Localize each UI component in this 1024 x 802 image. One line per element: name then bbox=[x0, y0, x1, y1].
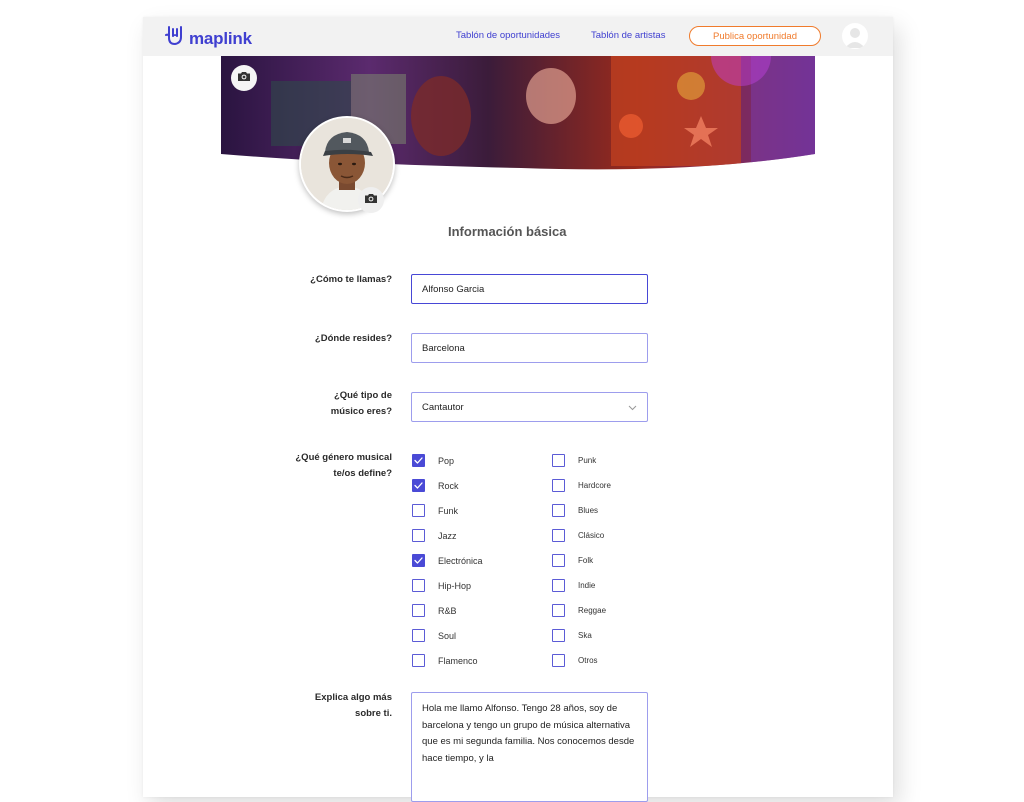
rock-hand-icon bbox=[165, 25, 185, 52]
genre-option-r-b[interactable]: R&B bbox=[412, 604, 457, 617]
genre-option-indie[interactable]: Indie bbox=[552, 579, 595, 592]
genre-checkbox[interactable] bbox=[412, 479, 425, 492]
genre-checkbox[interactable] bbox=[412, 629, 425, 642]
genre-checkbox[interactable] bbox=[552, 654, 565, 667]
about-label: Explica algo más sobre ti. bbox=[192, 690, 392, 722]
about-textarea[interactable]: Hola me llamo Alfonso. Tengo 28 años, so… bbox=[411, 692, 648, 802]
genre-checkbox[interactable] bbox=[552, 454, 565, 467]
genre-checkbox[interactable] bbox=[412, 604, 425, 617]
genre-label: Soul bbox=[438, 630, 457, 641]
cover-camera-button[interactable] bbox=[231, 65, 257, 91]
genre-label: Jazz bbox=[438, 530, 457, 541]
genre-option-ska[interactable]: Ska bbox=[552, 629, 592, 642]
genre-option-clasico[interactable]: Clásico bbox=[552, 529, 604, 542]
musician-type-select[interactable]: Cantautor bbox=[411, 392, 648, 422]
genre-label: Rock bbox=[438, 480, 459, 491]
genre-checkbox[interactable] bbox=[412, 579, 425, 592]
checkmark-icon bbox=[414, 457, 423, 464]
genre-label: Electrónica bbox=[438, 555, 483, 566]
genre-option-hardcore[interactable]: Hardcore bbox=[552, 479, 611, 492]
app-window: maplink Tablón de oportunidades Tablón d… bbox=[143, 17, 893, 802]
location-label: ¿Dónde resides? bbox=[314, 333, 392, 344]
genre-option-rock[interactable]: Rock bbox=[412, 479, 459, 492]
genre-checkbox[interactable] bbox=[552, 479, 565, 492]
checkmark-icon bbox=[414, 482, 423, 489]
musician-type-label: ¿Qué tipo de músico eres? bbox=[192, 388, 392, 420]
about-label-line2: sobre ti. bbox=[355, 708, 392, 719]
genre-checkbox[interactable] bbox=[412, 454, 425, 467]
profile-camera-button[interactable] bbox=[358, 187, 384, 213]
genre-option-folk[interactable]: Folk bbox=[552, 554, 593, 567]
user-avatar-icon[interactable] bbox=[842, 23, 868, 49]
about-label-line1: Explica algo más bbox=[314, 692, 392, 703]
brand-logo[interactable]: maplink bbox=[165, 25, 252, 52]
genre-label: Blues bbox=[578, 506, 599, 515]
genre-checkbox[interactable] bbox=[552, 604, 565, 617]
genre-label: Hardcore bbox=[578, 481, 611, 490]
name-input[interactable] bbox=[411, 274, 648, 304]
genre-label: Clásico bbox=[578, 531, 605, 540]
genre-label: Punk bbox=[578, 456, 597, 465]
genre-option-jazz[interactable]: Jazz bbox=[412, 529, 457, 542]
genre-checkbox[interactable] bbox=[412, 529, 425, 542]
genre-checkbox[interactable] bbox=[552, 554, 565, 567]
genre-option-punk[interactable]: Punk bbox=[552, 454, 596, 467]
nav-link-opportunities[interactable]: Tablón de oportunidades bbox=[456, 30, 560, 41]
top-navigation-bar: maplink Tablón de oportunidades Tablón d… bbox=[143, 17, 893, 56]
genre-option-flamenco[interactable]: Flamenco bbox=[412, 654, 478, 667]
genre-option-soul[interactable]: Soul bbox=[412, 629, 456, 642]
genres-label-line2: te/os define? bbox=[333, 468, 392, 479]
name-label: ¿Cómo te llamas? bbox=[310, 274, 392, 285]
genre-checkbox[interactable] bbox=[412, 504, 425, 517]
genre-label: Folk bbox=[578, 556, 594, 565]
genre-checkbox[interactable] bbox=[552, 629, 565, 642]
musician-type-label-line2: músico eres? bbox=[330, 406, 392, 417]
nav-link-artists[interactable]: Tablón de artistas bbox=[591, 30, 665, 41]
genre-option-hip-hop[interactable]: Hip-Hop bbox=[412, 579, 471, 592]
genres-label-line1: ¿Qué género musical bbox=[295, 452, 392, 463]
genre-option-otros[interactable]: Otros bbox=[552, 654, 598, 667]
genre-label: R&B bbox=[438, 605, 457, 616]
genre-checkbox[interactable] bbox=[552, 579, 565, 592]
musician-type-label-line1: ¿Qué tipo de bbox=[333, 390, 392, 401]
location-input[interactable] bbox=[411, 333, 648, 363]
genre-label: Otros bbox=[578, 656, 598, 665]
genre-option-pop[interactable]: Pop bbox=[412, 454, 454, 467]
musician-type-value: Cantautor bbox=[422, 401, 464, 413]
camera-icon bbox=[364, 191, 378, 209]
genre-label: Flamenco bbox=[438, 655, 478, 666]
genre-label: Hip-Hop bbox=[438, 580, 472, 591]
genre-checkbox[interactable] bbox=[412, 554, 425, 567]
genre-label: Ska bbox=[578, 631, 592, 640]
checkmark-icon bbox=[414, 557, 423, 564]
genre-checkbox[interactable] bbox=[552, 504, 565, 517]
genre-label: Pop bbox=[438, 455, 455, 466]
genre-label: Indie bbox=[578, 581, 596, 590]
genre-option-blues[interactable]: Blues bbox=[552, 504, 598, 517]
genre-option-reggae[interactable]: Reggae bbox=[552, 604, 606, 617]
section-title: Información básica bbox=[448, 224, 567, 239]
genre-option-electronica[interactable]: Electrónica bbox=[412, 554, 483, 567]
publish-opportunity-button[interactable]: Publica oportunidad bbox=[689, 26, 821, 46]
genre-label: Funk bbox=[438, 505, 459, 516]
camera-icon bbox=[237, 69, 251, 87]
genre-checkbox[interactable] bbox=[412, 654, 425, 667]
genres-label: ¿Qué género musical te/os define? bbox=[192, 450, 392, 482]
chevron-down-icon bbox=[628, 398, 637, 416]
genre-option-funk[interactable]: Funk bbox=[412, 504, 458, 517]
genre-label: Reggae bbox=[578, 606, 607, 615]
brand-name: maplink bbox=[189, 28, 252, 48]
genre-checkbox[interactable] bbox=[552, 529, 565, 542]
